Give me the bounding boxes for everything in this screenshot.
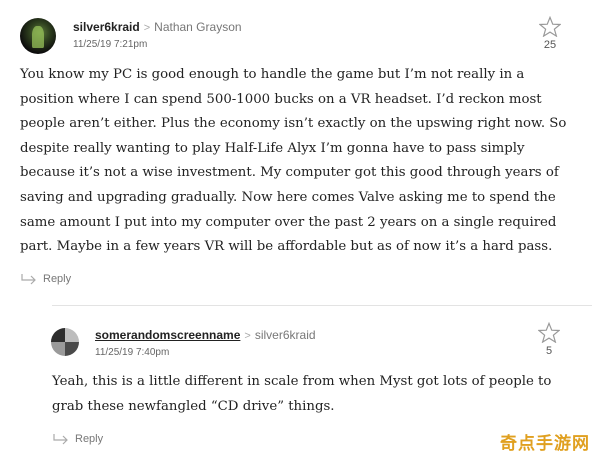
comment-body: You know my PC is good enough to handle …	[20, 67, 567, 255]
reply-label: Reply	[43, 273, 72, 285]
recipient-name[interactable]: silver6kraid	[255, 328, 316, 342]
star-count: 25	[543, 39, 557, 51]
timestamp[interactable]: 11/25/19 7:21pm	[73, 39, 147, 50]
avatar[interactable]	[20, 18, 56, 54]
comment-body: Yeah, this is a little different in scal…	[52, 374, 552, 414]
watermark: 奇点手游网	[500, 434, 590, 454]
recipient-name[interactable]: Nathan Grayson	[154, 20, 241, 34]
reply-button[interactable]: Reply	[21, 273, 71, 285]
star-button[interactable]: 25	[537, 16, 563, 51]
star-button[interactable]: 5	[536, 322, 562, 357]
reply-arrow-icon	[53, 434, 68, 445]
comment-header: silver6kraid > Nathan Grayson	[73, 20, 242, 34]
star-icon	[539, 16, 561, 37]
star-icon	[538, 322, 560, 343]
reply-arrow-icon	[21, 274, 36, 285]
star-count: 5	[545, 345, 553, 357]
divider	[52, 305, 592, 306]
timestamp[interactable]: 11/25/19 7:40pm	[95, 347, 169, 358]
author-name[interactable]: somerandomscreenname	[95, 328, 240, 342]
comment-header: somerandomscreenname > silver6kraid	[95, 328, 316, 342]
chevron-right-icon: >	[143, 22, 151, 34]
reply-button[interactable]: Reply	[53, 433, 103, 445]
author-name[interactable]: silver6kraid	[73, 20, 140, 34]
reply-label: Reply	[75, 433, 104, 445]
avatar[interactable]	[51, 328, 79, 356]
chevron-right-icon: >	[244, 330, 251, 342]
